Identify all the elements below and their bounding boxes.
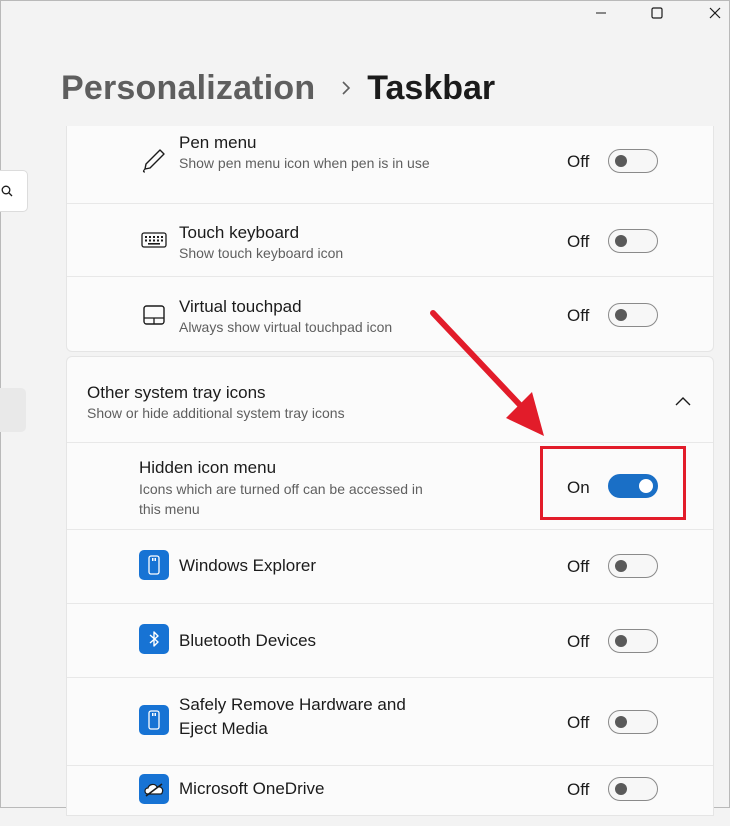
setting-title: Virtual touchpad — [179, 297, 302, 316]
pen-icon — [140, 146, 168, 174]
list-item-touch-keyboard: Touch keyboard Show touch keyboard icon … — [67, 204, 713, 276]
setting-description: Icons which are turned off can be access… — [139, 481, 423, 517]
page-title: Taskbar — [367, 68, 496, 107]
breadcrumb: Personalization Taskbar — [61, 66, 495, 110]
toggle-knob — [615, 235, 627, 247]
keyboard-icon — [140, 226, 168, 254]
list-item-windows-explorer: Windows Explorer Off — [67, 530, 713, 603]
toggle-state-label: Off — [567, 152, 590, 171]
close-button[interactable] — [692, 0, 730, 26]
setting-title: Bluetooth Devices — [179, 631, 317, 650]
list-item-bluetooth-devices: Bluetooth Devices Off — [67, 604, 713, 677]
onedrive-cloud-icon — [139, 774, 169, 804]
setting-title: Hidden icon menu — [139, 458, 277, 477]
list-item-safely-remove-hardware: Safely Remove Hardware and Eject Media O… — [67, 678, 713, 765]
toggle-state-label: Off — [567, 232, 590, 251]
group-title: Other system tray icons — [87, 383, 266, 402]
touchpad-icon — [140, 301, 168, 329]
toggle-knob — [615, 783, 627, 795]
microsoft-onedrive-toggle[interactable] — [608, 777, 658, 801]
usb-drive-icon — [139, 550, 169, 580]
bluetooth-devices-toggle[interactable] — [608, 629, 658, 653]
toggle-knob — [615, 635, 627, 647]
other-system-tray-icons-card: Other system tray icons Show or hide add… — [66, 356, 714, 816]
toggle-knob — [615, 309, 627, 321]
windows-explorer-toggle[interactable] — [608, 554, 658, 578]
maximize-icon — [651, 7, 663, 19]
search-input[interactable] — [0, 170, 28, 212]
bluetooth-icon — [139, 624, 169, 654]
annotation-highlight-box — [540, 446, 686, 520]
expander-header[interactable]: Other system tray icons Show or hide add… — [67, 357, 713, 442]
sidebar-item-selected[interactable] — [0, 388, 26, 432]
virtual-touchpad-toggle[interactable] — [608, 303, 658, 327]
setting-title: Windows Explorer — [179, 556, 316, 575]
group-description: Show or hide additional system tray icon… — [87, 405, 345, 421]
search-icon — [1, 185, 13, 197]
breadcrumb-parent-link[interactable]: Personalization — [61, 69, 315, 108]
toggle-state-label: Off — [567, 632, 590, 651]
close-icon — [709, 7, 721, 19]
taskbar-corner-icons-card: Pen menu Show pen menu icon when pen is … — [66, 126, 714, 352]
list-item-pen-menu: Pen menu Show pen menu icon when pen is … — [67, 126, 713, 204]
safely-remove-hardware-toggle[interactable] — [608, 710, 658, 734]
toggle-state-label: Off — [567, 306, 590, 325]
setting-title: Pen menu — [179, 133, 257, 152]
chevron-up-icon[interactable] — [673, 391, 693, 411]
setting-description: Always show virtual touchpad icon — [179, 319, 393, 335]
toggle-knob — [615, 560, 627, 572]
list-item-microsoft-onedrive: Microsoft OneDrive Off — [67, 766, 713, 826]
setting-title: Safely Remove Hardware and Eject Media — [179, 695, 406, 738]
chevron-right-icon — [341, 80, 351, 96]
toggle-state-label: Off — [567, 557, 590, 576]
toggle-knob — [615, 155, 627, 167]
list-item-virtual-touchpad: Virtual touchpad Always show virtual tou… — [67, 277, 713, 351]
toggle-state-label: Off — [567, 780, 590, 799]
touch-keyboard-toggle[interactable] — [608, 229, 658, 253]
maximize-button[interactable] — [634, 0, 680, 26]
setting-title: Microsoft OneDrive — [179, 779, 325, 798]
minimize-icon — [596, 12, 606, 14]
usb-drive-icon — [139, 705, 169, 735]
setting-title: Touch keyboard — [179, 223, 300, 242]
minimize-button[interactable] — [578, 0, 624, 26]
setting-description: Show touch keyboard icon — [179, 245, 344, 261]
setting-description: Show pen menu icon when pen is in use — [179, 155, 430, 171]
toggle-state-label: Off — [567, 713, 590, 732]
pen-menu-toggle[interactable] — [608, 149, 658, 173]
toggle-knob — [615, 716, 627, 728]
